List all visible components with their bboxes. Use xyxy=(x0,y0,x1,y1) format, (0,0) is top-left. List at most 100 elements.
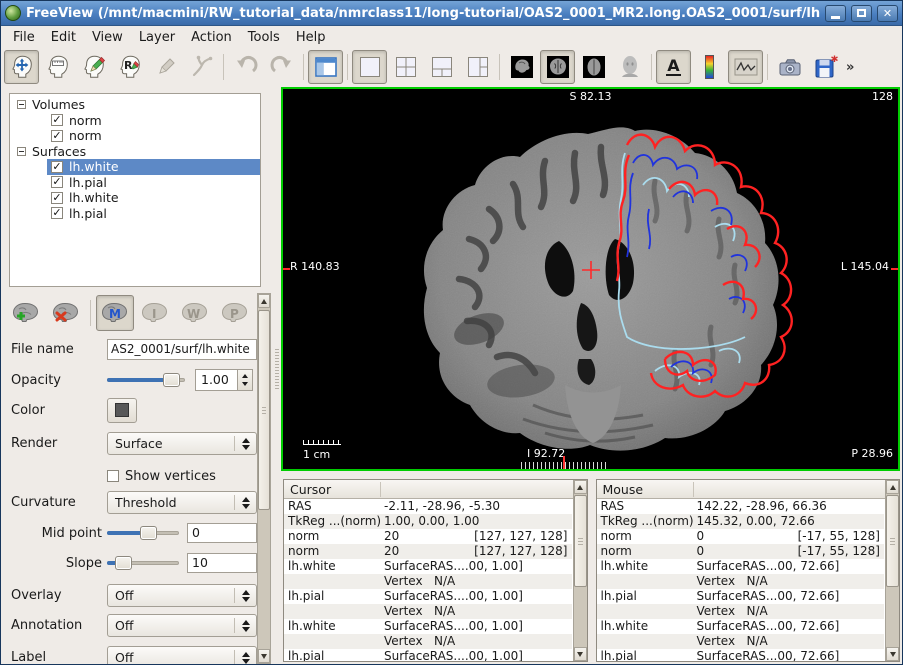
horizontal-splitter[interactable] xyxy=(281,471,900,479)
layout-1n3-button[interactable] xyxy=(460,50,495,84)
show-pial-surface-button[interactable]: P xyxy=(216,295,254,331)
table-row[interactable]: lh.whiteSurfaceRAS....00, 1.00] xyxy=(284,619,572,634)
checkbox-checked-icon[interactable]: ✓ xyxy=(51,176,63,188)
color-swatch-button[interactable] xyxy=(107,398,137,423)
scroll-down-button[interactable] xyxy=(258,649,270,663)
table-row[interactable]: lh.pialSurfaceRAS....00, 1.00] xyxy=(284,589,572,604)
toggle-annotation-button[interactable]: A xyxy=(656,50,691,84)
save-volume-button[interactable] xyxy=(808,50,843,84)
table-row[interactable]: VertexN/A xyxy=(284,604,572,619)
redo-button[interactable] xyxy=(264,50,299,84)
table-row[interactable]: norm20[127, 127, 128] xyxy=(284,544,572,559)
table-row[interactable]: lh.pialSurfaceRAS....00, 1.00] xyxy=(284,649,572,662)
tree-group-surfaces[interactable]: Surfaces xyxy=(10,144,260,160)
scroll-down-button[interactable] xyxy=(574,647,587,661)
render-combobox[interactable]: Surface xyxy=(107,432,257,455)
label-combobox[interactable]: Off xyxy=(107,646,257,665)
checkbox-checked-icon[interactable]: ✓ xyxy=(51,114,63,126)
scroll-track[interactable] xyxy=(258,308,270,649)
opacity-slider[interactable] xyxy=(107,373,185,387)
scroll-thumb[interactable] xyxy=(574,495,587,587)
layout-1n2-button[interactable] xyxy=(424,50,459,84)
measure-tool-button[interactable] xyxy=(40,50,75,84)
titlebar[interactable]: FreeView (/mnt/macmini/RW_tutorial_data/… xyxy=(1,1,902,26)
slope-input[interactable]: 10 xyxy=(187,553,257,573)
checkbox-checked-icon[interactable]: ✓ xyxy=(51,161,63,173)
show-inflated-surface-button[interactable]: I xyxy=(136,295,174,331)
mid-point-slider[interactable] xyxy=(107,526,179,540)
checkbox-checked-icon[interactable]: ✓ xyxy=(51,130,63,142)
splitter-grip[interactable] xyxy=(275,349,279,391)
table-row[interactable]: TkReg ...(norm)145.32, 0.00, 72.66 xyxy=(597,514,885,529)
tree-group-volumes[interactable]: Volumes xyxy=(10,97,260,113)
path-tool-button[interactable] xyxy=(184,50,219,84)
slider-thumb[interactable] xyxy=(115,556,132,570)
overlay-combobox[interactable]: Off xyxy=(107,584,257,607)
spin-arrows[interactable] xyxy=(237,370,252,390)
minimize-button[interactable] xyxy=(825,5,846,22)
load-surface-button[interactable] xyxy=(7,295,45,331)
scroll-up-button[interactable] xyxy=(574,480,587,494)
slider-thumb[interactable] xyxy=(163,373,180,387)
tree-item-lhpial-1[interactable]: ✓ lh.pial xyxy=(47,175,260,191)
mouse-scrollbar[interactable] xyxy=(885,479,900,662)
layout-2x2-button[interactable] xyxy=(388,50,423,84)
collapse-icon[interactable] xyxy=(17,100,26,109)
table-row[interactable]: lh.whiteSurfaceRAS...00, 72.66] xyxy=(597,619,885,634)
view-3d-button[interactable] xyxy=(612,50,647,84)
screenshot-button[interactable] xyxy=(772,50,807,84)
cursor-panel-header[interactable]: Cursor xyxy=(284,480,587,499)
slope-slider[interactable] xyxy=(107,556,179,570)
table-row[interactable]: RAS-2.11, -28.96, -5.30 xyxy=(284,499,572,514)
pointset-edit-tool-button[interactable] xyxy=(148,50,183,84)
scroll-up-button[interactable] xyxy=(886,480,899,494)
table-row[interactable]: RAS142.22, -28.96, 66.36 xyxy=(597,499,885,514)
close-button[interactable]: ✕ xyxy=(877,5,898,22)
layer-tree[interactable]: Volumes ✓ norm ✓ norm Surfaces ✓ lh.whit… xyxy=(9,93,261,287)
mid-point-input[interactable]: 0 xyxy=(187,523,257,543)
menu-help[interactable]: Help xyxy=(288,28,334,47)
annotation-combobox[interactable]: Off xyxy=(107,614,257,637)
toggle-control-panel-button[interactable] xyxy=(308,50,343,84)
menu-action[interactable]: Action xyxy=(183,28,240,47)
menu-tools[interactable]: Tools xyxy=(240,28,288,47)
tree-item-lhpial-2[interactable]: ✓ lh.pial xyxy=(47,206,260,222)
undo-button[interactable] xyxy=(228,50,263,84)
roi-edit-tool-button[interactable]: R xyxy=(112,50,147,84)
unload-surface-button[interactable] xyxy=(47,295,85,331)
table-row[interactable]: VertexN/A xyxy=(284,574,572,589)
scroll-thumb[interactable] xyxy=(258,310,270,510)
view-coronal-button[interactable] xyxy=(540,50,575,84)
menu-file[interactable]: File xyxy=(5,28,43,47)
table-row[interactable]: lh.pialSurfaceRAS...00, 72.66] xyxy=(597,589,885,604)
table-row[interactable]: lh.whiteSurfaceRAS...00, 72.66] xyxy=(597,559,885,574)
mouse-panel-header[interactable]: Mouse xyxy=(597,480,900,499)
time-course-plot-button[interactable] xyxy=(728,50,763,84)
voxel-edit-tool-button[interactable] xyxy=(76,50,111,84)
menu-edit[interactable]: Edit xyxy=(43,28,84,47)
show-white-surface-button[interactable]: W xyxy=(176,295,214,331)
menu-layer[interactable]: Layer xyxy=(131,28,183,47)
table-row[interactable]: VertexN/A xyxy=(597,634,885,649)
scroll-up-button[interactable] xyxy=(258,294,270,308)
vertical-splitter[interactable] xyxy=(273,87,281,664)
checkbox-checked-icon[interactable]: ✓ xyxy=(51,207,63,219)
scroll-track[interactable] xyxy=(886,494,899,647)
table-row[interactable]: lh.pialSurfaceRAS...00, 72.66] xyxy=(597,649,885,662)
table-row[interactable]: norm20[127, 127, 128] xyxy=(284,529,572,544)
maximize-button[interactable] xyxy=(851,5,872,22)
scroll-thumb[interactable] xyxy=(886,495,899,587)
layout-1x1-button[interactable] xyxy=(352,50,387,84)
collapse-icon[interactable] xyxy=(17,147,26,156)
table-row[interactable]: lh.whiteSurfaceRAS....00, 1.00] xyxy=(284,559,572,574)
table-row[interactable]: VertexN/A xyxy=(597,604,885,619)
tree-item-norm-1[interactable]: ✓ norm xyxy=(47,113,260,129)
tree-item-lhwhite-2[interactable]: ✓ lh.white xyxy=(47,190,260,206)
toggle-colorbar-button[interactable] xyxy=(692,50,727,84)
tree-item-lhwhite-1[interactable]: ✓ lh.white xyxy=(47,159,260,175)
navigate-tool-button[interactable] xyxy=(4,50,39,84)
table-row[interactable]: norm0[-17, 55, 128] xyxy=(597,544,885,559)
cursor-scrollbar[interactable] xyxy=(573,479,588,662)
table-row[interactable]: TkReg ...(norm)1.00, 0.00, 1.00 xyxy=(284,514,572,529)
show-vertices-checkbox[interactable] xyxy=(107,470,119,482)
